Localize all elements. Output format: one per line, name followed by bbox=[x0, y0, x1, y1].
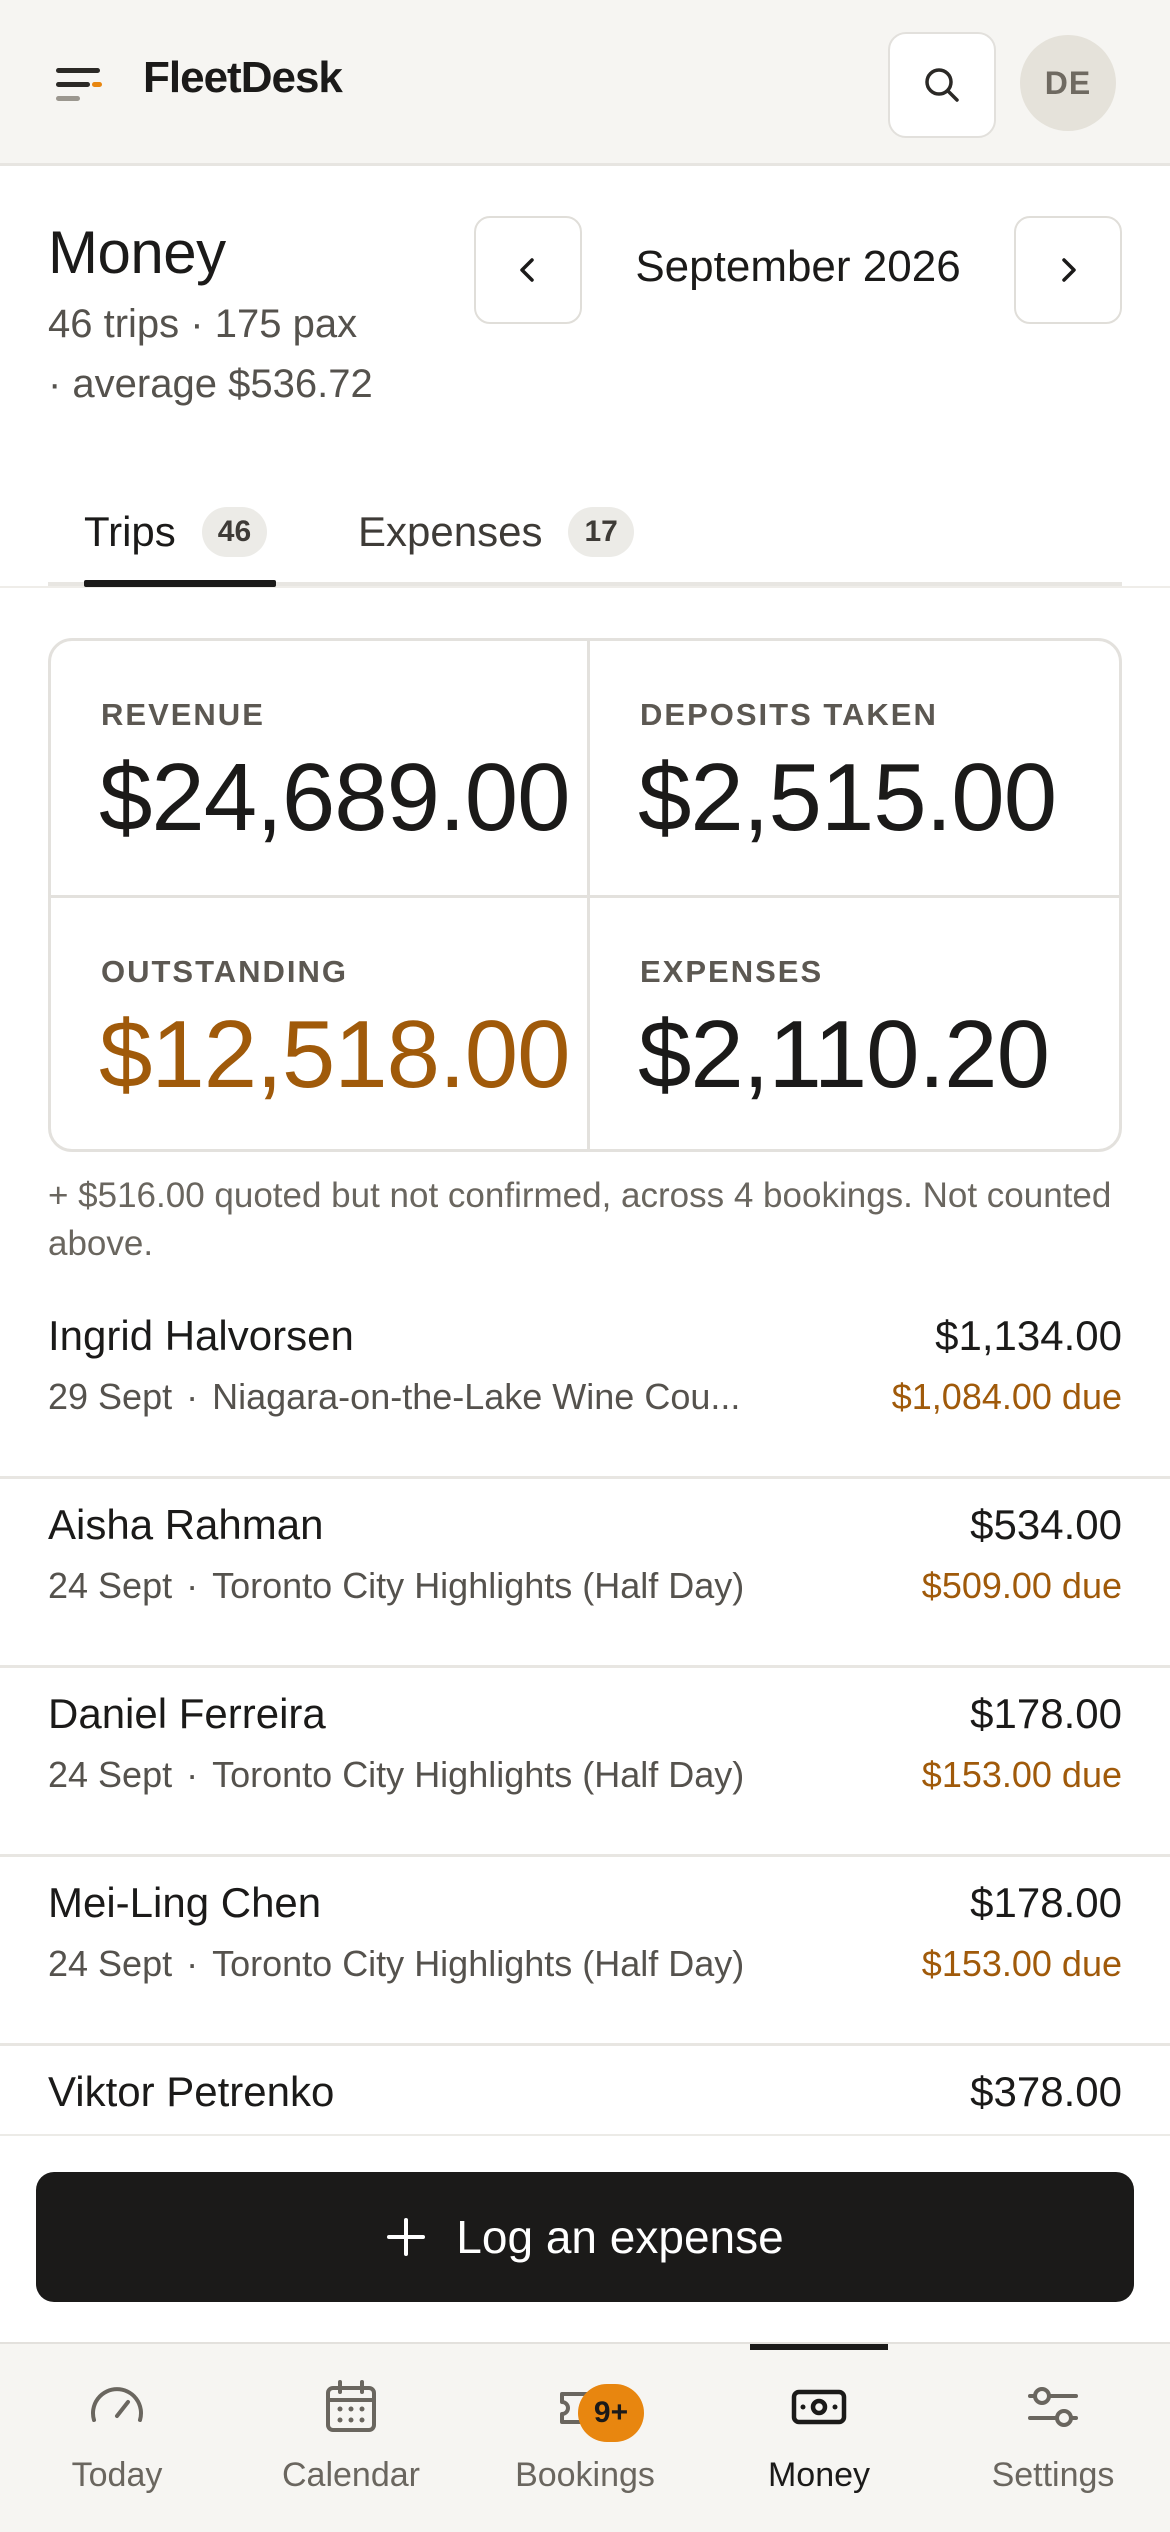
stat-label: REVENUE bbox=[101, 697, 265, 732]
bookings-badge: 9+ bbox=[578, 2384, 644, 2442]
stat-value: $12,518.00 bbox=[99, 1001, 570, 1108]
trip-due: $153.00 due bbox=[921, 1754, 1122, 1795]
trip-amount: $378.00 bbox=[970, 2068, 1122, 2115]
trip-summary: 46 trips · 175 pax bbox=[48, 302, 358, 346]
chevron-right-icon bbox=[1062, 258, 1076, 282]
separator-dot: · bbox=[186, 1376, 199, 1417]
sliders-icon bbox=[1028, 2387, 1078, 2427]
app-brand: FleetDesk bbox=[143, 53, 343, 102]
trip-date: 24 Sept bbox=[48, 1943, 173, 1984]
trip-customer-name: Mei-Ling Chen bbox=[48, 1879, 322, 1926]
nav-item-money[interactable]: Money bbox=[702, 2344, 936, 2532]
menu-icon[interactable] bbox=[56, 64, 106, 106]
tab-trips[interactable]: Trips 46 bbox=[84, 500, 268, 564]
nav-item-settings[interactable]: Settings bbox=[936, 2344, 1170, 2532]
trip-meta: 29 Sept · Niagara-on-the-Lake Wine Cou... bbox=[48, 1376, 740, 1418]
tab-expenses[interactable]: Expenses 17 bbox=[358, 500, 634, 564]
stat-deposits-taken: DEPOSITS TAKEN $2,515.00 bbox=[590, 641, 1119, 895]
trip-customer-name: Daniel Ferreira bbox=[48, 1690, 326, 1737]
trip-list: Ingrid Halvorsen $1,134.00 29 Sept · Niaga… bbox=[0, 1290, 1170, 2235]
bottom-navigation: Today Calendar Bookings 9+ Money Setting… bbox=[0, 2342, 1170, 2532]
unconfirmed-quote-note: + $516.00 quoted but not confirmed, acro… bbox=[48, 1176, 1112, 1263]
next-month-button[interactable] bbox=[1014, 216, 1122, 324]
previous-month-button[interactable] bbox=[474, 216, 582, 324]
stat-revenue: REVENUE $24,689.00 bbox=[51, 641, 587, 895]
trip-amount: $178.00 bbox=[970, 1690, 1122, 1737]
separator-dot: · bbox=[186, 1565, 199, 1606]
trip-row[interactable]: Aisha Rahman $534.00 24 Sept · Toronto Cit… bbox=[0, 1479, 1170, 1668]
nav-label: Bookings bbox=[515, 2456, 655, 2494]
trip-tour: Toronto City Highlights (Half Day) bbox=[212, 1754, 745, 1795]
average-summary: · average $536.72 bbox=[48, 362, 373, 406]
app-bar: FleetDesk DE bbox=[0, 0, 1170, 166]
nav-item-calendar[interactable]: Calendar bbox=[234, 2344, 468, 2532]
month-label: September 2026 bbox=[635, 242, 961, 291]
trip-customer-name: Aisha Rahman bbox=[48, 1501, 324, 1548]
tab-expenses-count: 17 bbox=[568, 507, 634, 557]
active-tab-indicator bbox=[84, 580, 276, 587]
trip-date: 29 Sept bbox=[48, 1376, 173, 1417]
trip-amount: $534.00 bbox=[970, 1501, 1122, 1548]
separator-dot: · bbox=[186, 1754, 199, 1795]
banknote-icon bbox=[791, 2389, 847, 2425]
trip-date: 24 Sept bbox=[48, 1565, 173, 1606]
action-bar: Log an expense bbox=[0, 2134, 1170, 2342]
page-title: Money bbox=[48, 219, 226, 286]
stat-value: $2,110.20 bbox=[638, 1001, 1050, 1108]
tab-trips-count: 46 bbox=[201, 507, 268, 557]
tab-trips-label: Trips bbox=[84, 508, 176, 555]
trip-amount: $178.00 bbox=[970, 1879, 1122, 1926]
stat-value: $24,689.00 bbox=[99, 744, 570, 851]
search-icon bbox=[925, 68, 959, 102]
trip-meta: 24 Sept · Toronto City Highlights (Half Da… bbox=[48, 1565, 744, 1607]
money-stats-card: REVENUE $24,689.00 DEPOSITS TAKEN $2,515… bbox=[48, 638, 1122, 1152]
nav-item-today[interactable]: Today bbox=[0, 2344, 234, 2532]
nav-item-bookings[interactable]: Bookings bbox=[468, 2344, 702, 2532]
nav-label: Calendar bbox=[282, 2456, 420, 2494]
stat-label: DEPOSITS TAKEN bbox=[640, 697, 938, 732]
trip-row[interactable]: Daniel Ferreira $178.00 24 Sept · Toronto … bbox=[0, 1668, 1170, 1857]
tab-expenses-label: Expenses bbox=[358, 508, 543, 555]
separator-dot: · bbox=[186, 1943, 199, 1984]
plus-icon bbox=[387, 2218, 426, 2256]
trip-meta: 24 Sept · Toronto City Highlights (Half Da… bbox=[48, 1943, 744, 1985]
trip-tour: Toronto City Highlights (Half Day) bbox=[212, 1565, 745, 1606]
trip-customer-name: Viktor Petrenko bbox=[48, 2068, 335, 2115]
stat-outstanding: OUTSTANDING $12,518.00 bbox=[51, 898, 587, 1149]
trip-date: 24 Sept bbox=[48, 1754, 173, 1795]
trip-row[interactable]: Ingrid Halvorsen $1,134.00 29 Sept · Niaga… bbox=[0, 1290, 1170, 1479]
stat-value: $2,515.00 bbox=[638, 744, 1057, 851]
stat-label: OUTSTANDING bbox=[101, 954, 349, 989]
search-button[interactable] bbox=[888, 32, 996, 138]
trip-tour: Toronto City Highlights (Half Day) bbox=[212, 1943, 745, 1984]
trip-due: $153.00 due bbox=[921, 1943, 1122, 1984]
stat-expenses: EXPENSES $2,110.20 bbox=[590, 898, 1119, 1149]
nav-label: Today bbox=[71, 2456, 163, 2494]
trip-due: $509.00 due bbox=[921, 1565, 1122, 1606]
log-expense-label: Log an expense bbox=[456, 2211, 784, 2263]
nav-label: Money bbox=[767, 2456, 871, 2494]
gauge-icon bbox=[91, 2387, 143, 2422]
log-expense-button[interactable]: Log an expense bbox=[36, 2172, 1134, 2302]
user-avatar[interactable]: DE bbox=[1020, 35, 1116, 131]
trip-customer-name: Ingrid Halvorsen bbox=[48, 1312, 354, 1359]
trip-tour: Niagara-on-the-Lake Wine Cou... bbox=[212, 1376, 741, 1417]
nav-label: Settings bbox=[991, 2456, 1115, 2494]
trip-row[interactable]: Mei-Ling Chen $178.00 24 Sept · Toronto Ci… bbox=[0, 1857, 1170, 2046]
trip-meta: 24 Sept · Toronto City Highlights (Half Da… bbox=[48, 1754, 744, 1796]
chevron-left-icon bbox=[520, 258, 534, 282]
trip-amount: $1,134.00 bbox=[935, 1312, 1122, 1359]
calendar-icon bbox=[326, 2380, 376, 2432]
trip-due: $1,084.00 due bbox=[891, 1376, 1122, 1417]
stat-label: EXPENSES bbox=[640, 954, 824, 989]
